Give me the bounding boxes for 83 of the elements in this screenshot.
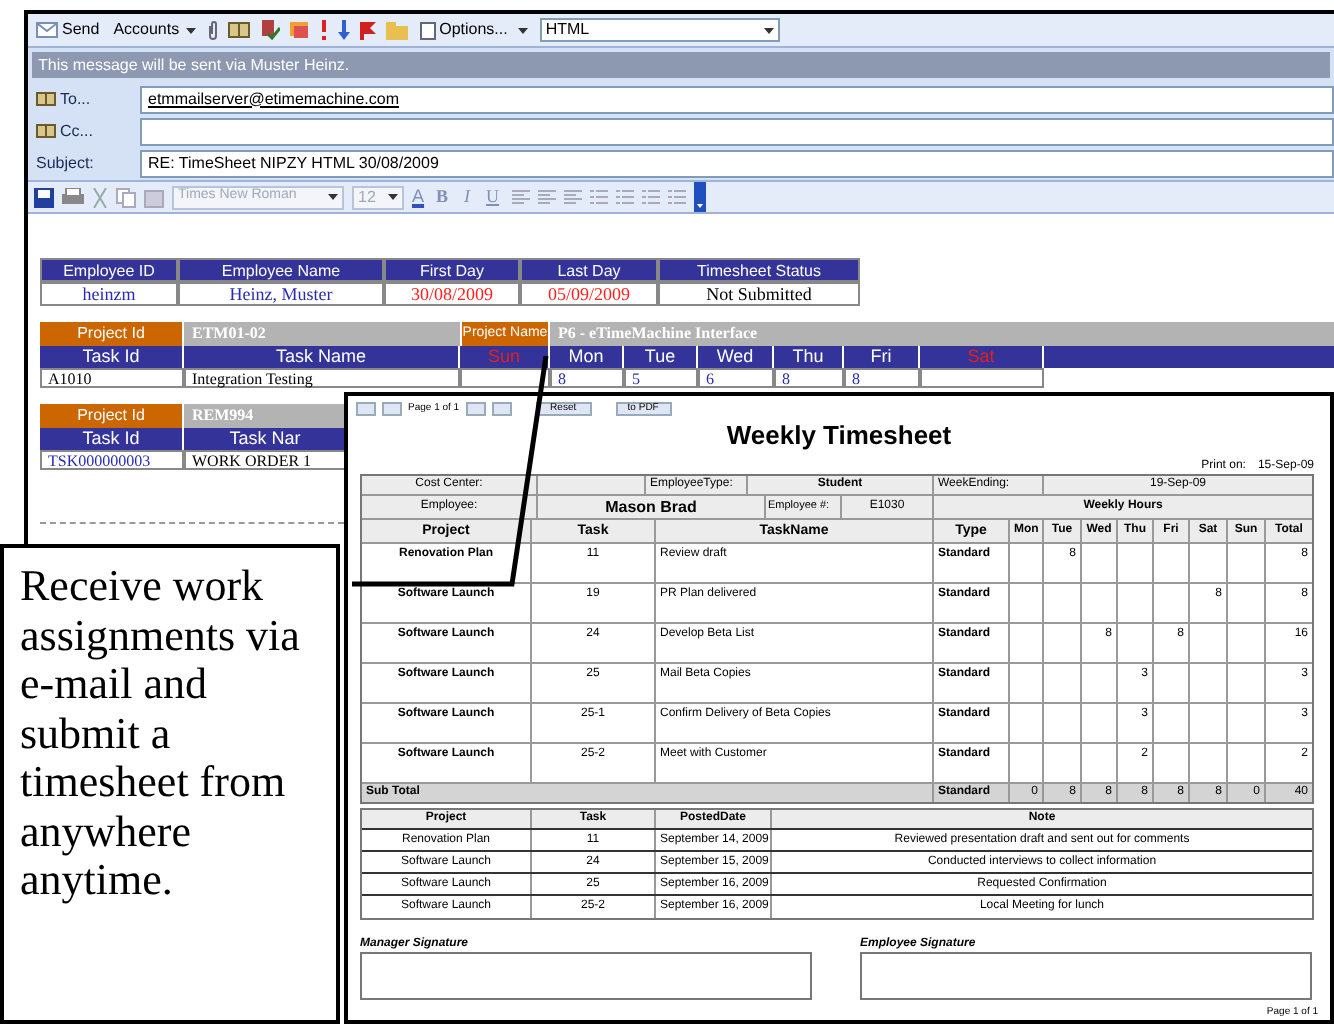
first-page-button[interactable] [356, 402, 376, 416]
table-cell: REM994 [184, 404, 348, 428]
table-cell: A1010 [40, 368, 184, 388]
table-cell: 5 [624, 368, 698, 388]
column-header: Mon [550, 346, 624, 368]
save-icon[interactable] [34, 187, 54, 207]
column-header: Employee Name [178, 258, 384, 282]
folder-icon[interactable] [385, 21, 408, 39]
column-header: Sun [460, 346, 550, 368]
table-cell: Integration Testing [184, 368, 460, 388]
book-icon [36, 124, 56, 138]
table-cell: P6 - eTimeMachine Interface [550, 322, 1334, 346]
list-icon[interactable] [589, 189, 608, 205]
caret-icon [185, 27, 196, 33]
list-icon[interactable] [615, 189, 634, 205]
table-cell: WORK ORDER 1 [184, 450, 348, 470]
table-cell: 8 [844, 368, 920, 388]
column-header: Task Id [40, 346, 184, 368]
list-icon[interactable] [667, 189, 686, 205]
format-dropdown[interactable]: HTML [539, 18, 780, 42]
align-icon[interactable] [537, 189, 556, 205]
column-header: Wed [698, 346, 774, 368]
table-cell: 05/09/2009 [520, 282, 658, 306]
book-icon [36, 92, 56, 106]
label-cell: Project Id [40, 404, 184, 428]
paperclip-icon[interactable] [207, 20, 218, 40]
to-field[interactable]: etmmailserver@etimemachine.com [140, 85, 1334, 113]
table-cell: 8 [550, 368, 624, 388]
options-button[interactable]: Options... [417, 18, 530, 42]
column-header: Thu [774, 346, 844, 368]
table-cell: Not Submitted [658, 282, 860, 306]
column-header: Fri [844, 346, 920, 368]
page-icon [419, 21, 436, 39]
column-header: Timesheet Status [658, 258, 860, 282]
copy-icon[interactable] [116, 187, 136, 207]
previous-page-button[interactable] [382, 402, 402, 416]
column-header: First Day [384, 258, 520, 282]
paste-icon[interactable] [144, 187, 164, 207]
next-page-button[interactable] [465, 402, 486, 416]
list-icon[interactable] [641, 189, 660, 205]
info-bar: This message will be sent via Muster Heinz. [32, 52, 1330, 78]
label-cell: Project Id [40, 322, 184, 346]
book-icon[interactable] [227, 22, 250, 38]
column-header: Task Nar [184, 428, 348, 450]
report-title: Weekly Timesheet [724, 422, 954, 450]
column-header: Sat [920, 346, 1044, 368]
field-label: Subject: [34, 151, 96, 175]
column-header: Tue [624, 346, 698, 368]
table-cell: 8 [774, 368, 844, 388]
table-cell: heinzm [40, 282, 178, 306]
print-icon[interactable] [62, 187, 84, 207]
column-header: Task Name [184, 346, 460, 368]
column-header: Employee ID [40, 258, 178, 282]
table-cell: ETM01-02 [184, 322, 460, 346]
caret-icon [763, 27, 774, 33]
cc-field[interactable] [140, 117, 1334, 145]
send-button[interactable]: Send [34, 18, 102, 42]
table-cell: 30/08/2009 [384, 282, 520, 306]
check-names-icon[interactable] [259, 20, 280, 40]
table-cell: Mason Brad [538, 496, 766, 518]
align-icon[interactable] [563, 189, 582, 205]
down-arrow-icon[interactable] [337, 20, 350, 40]
empty-cell [920, 368, 1044, 388]
cut-icon[interactable] [92, 187, 108, 207]
table-cell: Heinz, Muster [178, 282, 384, 306]
accounts-button[interactable]: Accounts [111, 18, 198, 42]
cc-button[interactable]: Cc... [28, 119, 140, 143]
column-header: Task Id [40, 428, 184, 450]
table-cell: 6 [698, 368, 774, 388]
envelope-icon [36, 22, 58, 38]
exclamation-icon[interactable] [319, 20, 328, 40]
to-button[interactable]: To... [28, 87, 140, 111]
last-page-button[interactable] [491, 402, 512, 416]
table-cell: TSK000000003 [40, 450, 184, 470]
align-icon[interactable] [511, 189, 530, 205]
column-header: Last Day [520, 258, 658, 282]
caret-icon [328, 194, 338, 200]
caret-icon [388, 194, 398, 200]
callout-text: Receive work assignments via e-mail and submit a timesheet from anywhere anytime. [20, 562, 302, 905]
overflow-icon[interactable] [693, 182, 706, 212]
subject-field[interactable]: RE: TimeSheet NIPZY HTML 30/08/2009 [140, 149, 1334, 177]
caret-icon [517, 27, 528, 33]
empty-cell [460, 368, 550, 388]
